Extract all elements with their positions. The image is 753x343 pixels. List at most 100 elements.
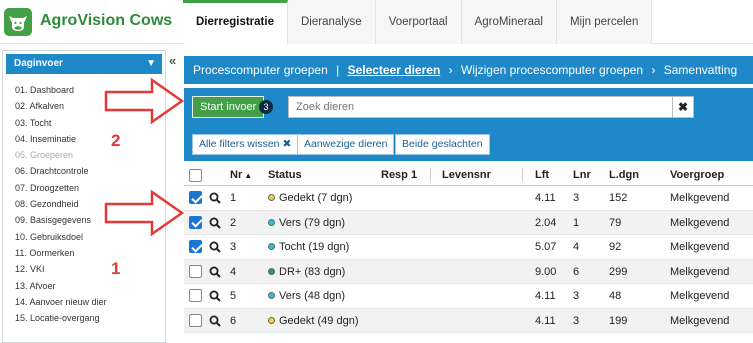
column-ldgn[interactable]: L.dgn	[609, 169, 639, 181]
table-row[interactable]: Gedekt (7 dgn) 1 4.11 3 152 Melkgevend	[184, 186, 753, 211]
column-lnr[interactable]: Lnr	[573, 169, 591, 181]
column-levensnr[interactable]: Levensnr	[442, 169, 491, 181]
column-resp[interactable]: Resp 1	[381, 169, 417, 181]
lnr-cell: 3	[573, 314, 580, 327]
magnifier-icon[interactable]	[209, 192, 221, 204]
magnifier-icon[interactable]	[209, 217, 221, 229]
top-bar: AgroVision Cows Dierregistratie Dieranal…	[0, 0, 753, 44]
voergroep-cell: Melkgevend	[670, 265, 730, 278]
column-divider[interactable]	[430, 168, 431, 182]
chevron-right-icon: ›	[651, 63, 656, 77]
voergroep-cell: Melkgevend	[670, 192, 730, 204]
sidebar-title: Daginvoer	[14, 58, 63, 69]
row-checkbox[interactable]	[189, 240, 202, 253]
crumb-samenvatting[interactable]: Samenvatting	[664, 63, 737, 77]
column-status[interactable]: Status	[268, 169, 302, 181]
status-dot-icon	[268, 194, 275, 201]
selected-count-badge: 3	[259, 100, 273, 114]
tab-dieranalyse[interactable]: Dieranalyse	[287, 0, 376, 44]
voergroep-cell: Melkgevend	[670, 290, 730, 302]
sidebar-item-oormerken[interactable]: 11. Oormerken	[15, 245, 165, 261]
lft-cell: 9.00	[535, 265, 557, 278]
status-text: Gedekt (49 dgn)	[279, 314, 359, 327]
column-lft[interactable]: Lft	[535, 169, 549, 181]
crumb-wijzigen-groepen[interactable]: Wijzigen procescomputer groepen	[461, 63, 643, 77]
tab-agromineraal[interactable]: AgroMineraal	[461, 0, 557, 44]
voergroep-cell: Melkgevend	[670, 314, 730, 327]
sidebar-dropdown[interactable]: Daginvoer ▼	[6, 54, 162, 74]
column-divider[interactable]	[522, 168, 523, 182]
ldgn-cell: 48	[609, 290, 622, 302]
ldgn-cell: 152	[609, 192, 628, 204]
app-title[interactable]: AgroVision Cows	[40, 12, 172, 30]
nr-cell: 2	[230, 216, 237, 229]
ldgn-cell: 92	[609, 241, 622, 253]
start-invoer-button[interactable]: Start invoer	[192, 96, 265, 118]
table-row[interactable]: Tocht (19 dgn) 3 5.07 4 92 Melkgevend	[184, 235, 753, 260]
sidebar-item-locatie-overgang[interactable]: 15. Locatie-overgang	[15, 310, 165, 326]
animals-table: Nr ▲ Status Resp 1 Levensnr Lft Lnr L.dgn…	[184, 164, 753, 333]
both-sexes-filter[interactable]: Beide geslachten	[395, 134, 490, 155]
sidebar-item-groeperen[interactable]: 05. Groeperen	[15, 147, 165, 163]
voergroep-cell: Melkgevend	[670, 216, 730, 229]
column-nr[interactable]: Nr ▲	[230, 169, 252, 181]
crumb-procescomputer-groepen[interactable]: Procescomputer groepen	[193, 63, 328, 77]
status-text: Vers (48 dgn)	[279, 290, 346, 302]
magnifier-icon[interactable]	[209, 266, 221, 278]
present-animals-filter[interactable]: Aanwezige dieren	[297, 134, 395, 155]
breadcrumb: Procescomputer groepen | Selecteer diere…	[184, 56, 753, 84]
table-row[interactable]: Gedekt (49 dgn) 6 4.11 3 199 Melkgevend	[184, 308, 753, 333]
sidebar-item-drachtcontrole[interactable]: 06. Drachtcontrole	[15, 163, 165, 179]
status-text: Gedekt (7 dgn)	[279, 192, 353, 204]
tab-voerportaal[interactable]: Voerportaal	[375, 0, 462, 44]
select-all-checkbox[interactable]	[189, 169, 202, 182]
row-checkbox[interactable]	[189, 215, 202, 229]
crumb-separator: |	[336, 63, 340, 77]
status-dot-icon	[268, 316, 275, 324]
row-checkbox[interactable]	[189, 289, 202, 302]
crumb-selecteer-dieren[interactable]: Selecteer dieren	[348, 63, 441, 77]
lnr-cell: 3	[573, 290, 580, 302]
annotation-1: 1	[111, 259, 121, 278]
status-text: Vers (79 dgn)	[279, 216, 346, 229]
ldgn-cell: 199	[609, 314, 628, 327]
cow-icon[interactable]	[4, 8, 32, 36]
status-text: Tocht (19 dgn)	[279, 241, 350, 253]
table-body: Gedekt (7 dgn) 1 4.11 3 152 Melkgevend Vers (7…	[184, 186, 753, 333]
table-row[interactable]: DR+ (83 dgn) 4 9.00 6 299 Melkgevend	[184, 259, 753, 284]
clear-search-button[interactable]: ✖	[672, 96, 694, 118]
sidebar-item-inseminatie[interactable]: 04. Inseminatie	[15, 131, 165, 147]
lft-cell: 5.07	[535, 241, 557, 253]
action-bar: Start invoer 3 ✖ Alle filters wissen ✖ A…	[184, 88, 753, 161]
status-dot-icon	[268, 243, 275, 250]
status-cell: Tocht (19 dgn)	[268, 241, 349, 253]
lft-cell: 4.11	[535, 290, 556, 302]
status-dot-icon	[268, 267, 275, 275]
clear-filters-button[interactable]: Alle filters wissen ✖	[192, 134, 299, 155]
row-checkbox[interactable]	[189, 313, 202, 327]
status-dot-icon	[268, 218, 275, 226]
search-input[interactable]	[288, 96, 679, 118]
status-text: DR+ (83 dgn)	[279, 265, 346, 278]
nr-cell: 1	[230, 192, 237, 204]
tab-mijn-percelen[interactable]: Mijn percelen	[556, 0, 653, 44]
sidebar-item-aanvoer-nieuw-dier[interactable]: 14. Aanvoer nieuw dier	[15, 294, 165, 310]
sidebar-item-afvoer[interactable]: 13. Afvoer	[15, 278, 165, 294]
row-checkbox[interactable]	[189, 264, 202, 278]
annotation-2: 2	[111, 131, 121, 150]
column-voergroep[interactable]: Voergroep	[670, 169, 724, 181]
red-arrow-checkboxes	[104, 190, 184, 236]
sidebar-item-vki[interactable]: 12. VKI	[15, 261, 165, 277]
magnifier-icon[interactable]	[209, 241, 221, 253]
chevron-right-icon: ›	[448, 63, 453, 77]
sidebar-collapse-button[interactable]: «	[169, 53, 176, 68]
row-checkbox[interactable]	[189, 191, 202, 204]
magnifier-icon[interactable]	[209, 290, 221, 302]
table-row[interactable]: Vers (79 dgn) 2 2.04 1 79 Melkgevend	[184, 210, 753, 235]
lnr-cell: 4	[573, 241, 580, 253]
ldgn-cell: 79	[609, 216, 622, 229]
table-row[interactable]: Vers (48 dgn) 5 4.11 3 48 Melkgevend	[184, 284, 753, 309]
tab-dierregistratie[interactable]: Dierregistratie	[183, 0, 288, 44]
table-header: Nr ▲ Status Resp 1 Levensnr Lft Lnr L.dgn…	[184, 164, 753, 186]
magnifier-icon[interactable]	[209, 315, 221, 327]
